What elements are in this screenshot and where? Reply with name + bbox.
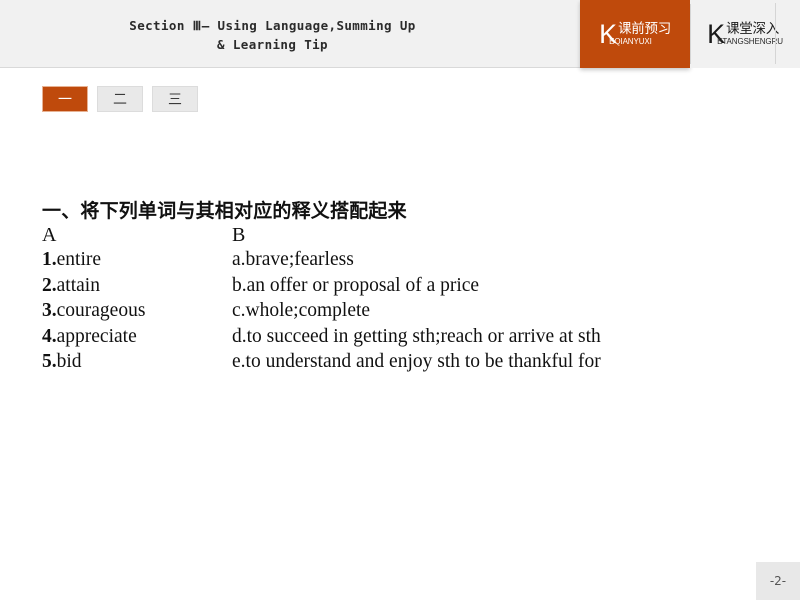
match-term: 5.bid	[42, 351, 82, 373]
exercise-tab-1[interactable]: 一	[42, 86, 88, 112]
section-tab-label-pinyin: EQIANYUXI	[609, 37, 652, 46]
match-definition: b.an offer or proposal of a price	[232, 275, 479, 297]
match-term: 1.entire	[42, 249, 101, 271]
question-heading: 一、将下列单词与其相对应的释义搭配起来	[42, 200, 407, 222]
match-definition-letter: e.	[232, 351, 246, 372]
exercise-tab-group: 一 二 三	[42, 86, 198, 112]
match-definition-text: to understand and enjoy sth to be thankf…	[245, 351, 601, 372]
match-definition-letter: c.	[232, 300, 246, 321]
match-term: 3.courageous	[42, 300, 145, 322]
header-divider	[775, 3, 776, 64]
page-title: Section Ⅲ— Using Language,Summing Up & L…	[129, 18, 416, 52]
match-definition: a.brave;fearless	[232, 249, 354, 271]
section-tab-ketangshengru[interactable]: K 课堂深入 ETANGSHENGRU	[690, 0, 800, 68]
section-tab-label-pinyin: ETANGSHENGRU	[717, 37, 783, 46]
match-row: 4.appreciate d.to succeed in getting sth…	[42, 326, 752, 352]
main-content: 一、将下列单词与其相对应的释义搭配起来 A B 1.entire a.brave…	[42, 198, 752, 377]
match-term-word: entire	[56, 249, 102, 270]
match-definition: c.whole;complete	[232, 300, 370, 322]
match-term-word: attain	[56, 274, 100, 296]
match-term: 4.appreciate	[42, 326, 137, 348]
match-definition: d.to succeed in getting sth;reach or arr…	[232, 326, 601, 348]
match-row: 5.bid e.to understand and enjoy sth to b…	[42, 351, 752, 377]
match-definition-letter: b.	[232, 274, 247, 296]
section-tab-content: K 课堂深入 ETANGSHENGRU	[707, 21, 783, 48]
match-term-word: appreciate	[56, 325, 137, 347]
match-row: 1.entire a.brave;fearless	[42, 249, 752, 275]
match-row: 2.attain b.an offer or proposal of a pri…	[42, 275, 752, 301]
match-definition-text: whole;complete	[245, 300, 371, 321]
match-term-index: 3.	[42, 300, 57, 321]
match-definition: e.to understand and enjoy sth to be than…	[232, 351, 601, 373]
match-definition-text: to succeed in getting sth;reach or arriv…	[246, 325, 601, 347]
section-tab-content: K 课前预习 EQIANYUXI	[599, 21, 671, 48]
column-a-label: A	[42, 224, 57, 246]
match-term-index: 5.	[42, 351, 57, 372]
column-b-label: B	[232, 224, 246, 246]
match-term: 2.attain	[42, 275, 100, 297]
match-definition-letter: d.	[232, 325, 247, 347]
section-tab-keqianyuxi[interactable]: K 课前预习 EQIANYUXI	[580, 0, 690, 68]
match-term-word: bid	[56, 351, 82, 372]
match-term-index: 2.	[42, 274, 57, 296]
match-term-index: 1.	[42, 249, 57, 270]
match-term-word: courageous	[56, 300, 146, 321]
column-headers: A B	[42, 224, 752, 249]
section-tab-text: 课前预习 EQIANYUXI	[609, 21, 671, 47]
section-tab-label-cn: 课前预习	[618, 21, 671, 37]
exercise-tab-3[interactable]: 三	[152, 86, 198, 112]
match-term-index: 4.	[42, 325, 57, 347]
exercise-tab-2[interactable]: 二	[97, 86, 143, 112]
match-row: 3.courageous c.whole;complete	[42, 300, 752, 326]
section-tab-group: K 课前预习 EQIANYUXI K 课堂深入 ETANGSHENGRU	[580, 0, 800, 68]
match-definition-text: brave;fearless	[245, 249, 354, 270]
page-number-badge: -2-	[756, 562, 800, 600]
slide-header: Section Ⅲ— Using Language,Summing Up & L…	[0, 0, 800, 68]
match-definition-text: an offer or proposal of a price	[246, 274, 480, 296]
match-definition-letter: a.	[232, 249, 246, 270]
